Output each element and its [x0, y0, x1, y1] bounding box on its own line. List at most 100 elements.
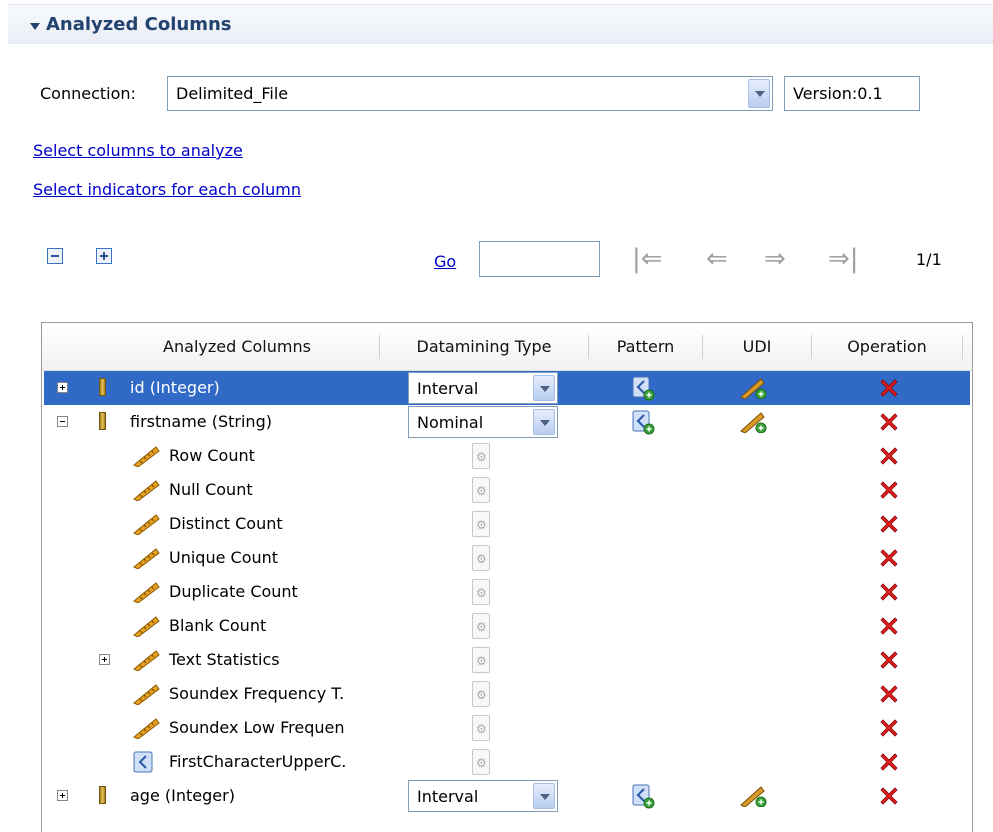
datamining-type-dropdown[interactable]: Interval: [408, 780, 558, 812]
delete-icon[interactable]: [878, 547, 900, 569]
add-pattern-icon[interactable]: [631, 783, 655, 809]
expand-icon[interactable]: [99, 654, 110, 665]
column-icon: [99, 412, 106, 430]
row-label: id (Integer): [130, 378, 220, 397]
row-label: firstname (String): [130, 412, 272, 431]
table-row[interactable]: id (Integer) Interval: [44, 371, 970, 405]
add-udi-icon[interactable]: [739, 411, 767, 433]
indicator-options-icon[interactable]: [472, 749, 490, 775]
connection-label: Connection:: [40, 84, 136, 103]
header-udi[interactable]: UDI: [703, 323, 811, 371]
next-page-icon[interactable]: ⇒: [764, 246, 786, 272]
add-pattern-icon[interactable]: [631, 375, 655, 401]
indicator-options-icon[interactable]: [472, 545, 490, 571]
section-header[interactable]: Analyzed Columns: [8, 4, 993, 44]
table-row[interactable]: FirstCharacterUpperC.: [44, 745, 970, 779]
table-row[interactable]: Blank Count: [44, 609, 970, 643]
indicator-options-icon[interactable]: [472, 715, 490, 741]
first-page-icon[interactable]: |⇐: [632, 246, 663, 272]
delete-icon[interactable]: [878, 445, 900, 467]
row-label: FirstCharacterUpperC.: [169, 752, 347, 771]
datamining-type-value: Interval: [417, 379, 479, 398]
version-field: Version:0.1: [784, 76, 920, 111]
delete-icon[interactable]: [878, 649, 900, 671]
table-row[interactable]: firstname (String) Nominal: [44, 405, 970, 439]
delete-icon[interactable]: [878, 683, 900, 705]
indicator-options-icon[interactable]: [472, 579, 490, 605]
indicator-options-icon[interactable]: [472, 443, 490, 469]
chevron-down-icon[interactable]: [533, 783, 555, 809]
header-pattern[interactable]: Pattern: [589, 323, 702, 371]
go-link[interactable]: Go: [434, 252, 456, 271]
connection-dropdown[interactable]: Delimited_File: [167, 76, 773, 111]
expand-all-icon[interactable]: [96, 248, 112, 264]
indicator-icon: [132, 683, 160, 705]
delete-icon[interactable]: [878, 411, 900, 433]
indicator-icon: [132, 649, 160, 671]
delete-icon[interactable]: [878, 377, 900, 399]
header-datamining-type[interactable]: Datamining Type: [380, 323, 588, 371]
table-row[interactable]: Text Statistics: [44, 643, 970, 677]
datamining-type-dropdown[interactable]: Nominal: [408, 406, 558, 438]
datamining-type-value: Nominal: [417, 413, 484, 432]
table-row[interactable]: Duplicate Count: [44, 575, 970, 609]
collapse-icon[interactable]: [57, 416, 68, 427]
column-icon: [99, 378, 106, 396]
chevron-down-icon[interactable]: [533, 409, 555, 435]
row-label: Text Statistics: [169, 650, 280, 669]
last-page-icon[interactable]: ⇒|: [828, 246, 859, 272]
previous-page-icon[interactable]: ⇐: [706, 246, 728, 272]
select-indicators-link[interactable]: Select indicators for each column: [33, 180, 301, 199]
pattern-indicator-icon: [132, 749, 156, 775]
table-row[interactable]: age (Integer) Interval: [44, 779, 970, 813]
delete-icon[interactable]: [878, 717, 900, 739]
table-header: Analyzed Columns Datamining Type Pattern…: [42, 323, 972, 371]
indicator-icon: [132, 547, 160, 569]
table-row[interactable]: Row Count: [44, 439, 970, 473]
indicator-icon: [132, 479, 160, 501]
expand-icon[interactable]: [57, 382, 68, 393]
header-analyzed-columns[interactable]: Analyzed Columns: [92, 323, 382, 371]
table-row[interactable]: Null Count: [44, 473, 970, 507]
add-pattern-icon[interactable]: [631, 409, 655, 435]
row-label: Unique Count: [169, 548, 279, 567]
indicator-options-icon[interactable]: [472, 477, 490, 503]
delete-icon[interactable]: [878, 479, 900, 501]
indicator-icon: [132, 445, 160, 467]
indicator-icon: [132, 513, 160, 535]
delete-icon[interactable]: [878, 615, 900, 637]
delete-icon[interactable]: [878, 513, 900, 535]
indicator-options-icon[interactable]: [472, 647, 490, 673]
collapse-arrow-icon[interactable]: [30, 23, 40, 30]
indicator-options-icon[interactable]: [472, 681, 490, 707]
collapse-all-icon[interactable]: [47, 248, 63, 264]
table-row[interactable]: Distinct Count: [44, 507, 970, 541]
table-row[interactable]: Unique Count: [44, 541, 970, 575]
analyzed-columns-table: Analyzed Columns Datamining Type Pattern…: [41, 322, 973, 832]
delete-icon[interactable]: [878, 785, 900, 807]
section-title: Analyzed Columns: [46, 14, 232, 35]
table-row[interactable]: Soundex Frequency T.: [44, 677, 970, 711]
datamining-type-value: Interval: [417, 787, 479, 806]
row-label: Null Count: [169, 480, 253, 499]
chevron-down-icon[interactable]: [748, 79, 770, 108]
delete-icon[interactable]: [878, 751, 900, 773]
indicator-icon: [132, 615, 160, 637]
delete-icon[interactable]: [878, 581, 900, 603]
expand-icon[interactable]: [57, 790, 68, 801]
indicator-options-icon[interactable]: [472, 613, 490, 639]
add-udi-icon[interactable]: [739, 377, 767, 399]
datamining-type-dropdown[interactable]: Interval: [408, 372, 558, 404]
add-udi-icon[interactable]: [739, 785, 767, 807]
page-indicator: 1/1: [916, 250, 942, 269]
table-row[interactable]: Soundex Low Frequen: [44, 711, 970, 745]
indicator-icon: [132, 581, 160, 603]
page-number-input[interactable]: [479, 241, 600, 277]
row-label: Blank Count: [169, 616, 267, 635]
header-operation[interactable]: Operation: [812, 323, 962, 371]
column-icon: [99, 786, 106, 804]
version-text: Version:0.1: [793, 84, 883, 103]
chevron-down-icon[interactable]: [533, 375, 555, 401]
indicator-options-icon[interactable]: [472, 511, 490, 537]
select-columns-link[interactable]: Select columns to analyze: [33, 141, 243, 160]
